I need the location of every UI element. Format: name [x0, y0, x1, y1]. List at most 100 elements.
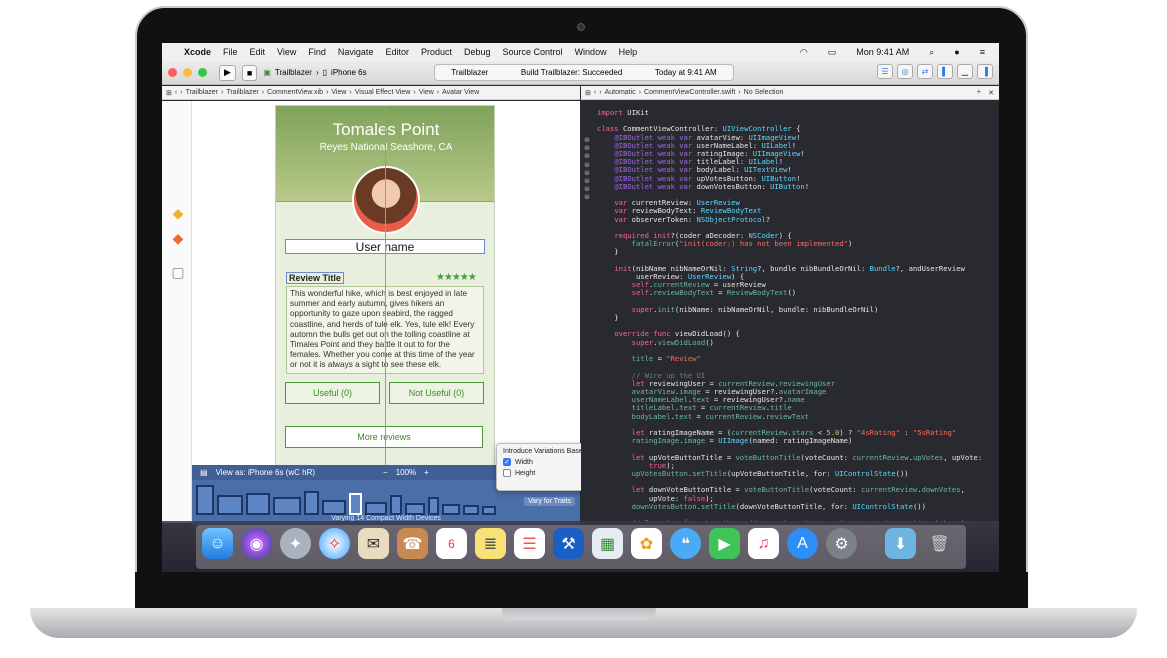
menu-window[interactable]: Window	[575, 47, 607, 57]
device-iphone-plus[interactable]	[304, 491, 319, 515]
forward-icon[interactable]: ›	[599, 89, 601, 96]
menu-editor[interactable]: Editor	[385, 47, 409, 57]
debug-toggle-icon[interactable]: ▁	[957, 64, 973, 79]
device-ipad-split[interactable]	[463, 505, 479, 515]
downloads-folder-icon[interactable]: ⬇	[885, 528, 916, 559]
menu-product[interactable]: Product	[421, 47, 452, 57]
source-editor[interactable]: ⊛ ⊛ ⊛ ⊛ ⊛ ⊛ ⊛ ⊛ import UIKit class CommentViewC…	[581, 101, 999, 523]
comment-view[interactable]: Tomales Point Reyes National Seashore, C…	[275, 105, 495, 523]
related-items-icon[interactable]: ⊞	[166, 89, 172, 97]
user-icon[interactable]: ●	[954, 47, 959, 57]
jump-item[interactable]: View	[419, 89, 434, 96]
device-iphone-se[interactable]	[390, 495, 402, 515]
zoom-window-button[interactable]	[198, 68, 207, 77]
music-icon[interactable]: ♫	[748, 528, 779, 559]
xcode-icon[interactable]: ⚒	[553, 528, 584, 559]
files-owner-icon[interactable]: ◆	[170, 205, 186, 221]
messages-icon[interactable]: ❝	[670, 528, 701, 559]
reminders-icon[interactable]: ☰	[514, 528, 545, 559]
app-store-icon[interactable]: A	[787, 528, 818, 559]
close-editor-icon[interactable]: ✕	[988, 89, 994, 97]
menu-find[interactable]: Find	[308, 47, 326, 57]
utilities-toggle-icon[interactable]: ▐	[977, 64, 993, 79]
siri-icon[interactable]: ◉	[241, 528, 272, 559]
menu-view[interactable]: View	[277, 47, 296, 57]
menu-navigate[interactable]: Navigate	[338, 47, 374, 57]
trash-icon[interactable]: 🗑	[924, 528, 955, 559]
clock[interactable]: Mon 9:41 AM	[856, 47, 909, 57]
forward-icon[interactable]: ›	[180, 89, 182, 96]
device-ipad-slide-over[interactable]	[482, 506, 496, 515]
rating-stars[interactable]: ★★★★★	[436, 272, 477, 283]
notes-icon[interactable]: ≣	[475, 528, 506, 559]
photos-icon[interactable]: ✿	[631, 528, 662, 559]
jump-item[interactable]: Automatic	[605, 89, 636, 96]
jump-item[interactable]: Avatar View	[442, 89, 479, 96]
search-icon[interactable]: ⌕	[929, 47, 934, 58]
zoom-in-button[interactable]: +	[424, 468, 429, 477]
run-button[interactable]: ▶	[219, 64, 236, 81]
useful-button[interactable]: Useful (0)	[285, 382, 380, 404]
close-window-button[interactable]	[168, 68, 177, 77]
jump-item[interactable]: Visual Effect View	[355, 89, 411, 96]
more-reviews-button[interactable]: More reviews	[285, 426, 483, 448]
jump-item[interactable]: CommentViewController.swift	[644, 89, 735, 96]
wifi-icon[interactable]: ◠	[800, 47, 808, 58]
finder-icon[interactable]: ☺	[202, 528, 233, 559]
facetime-icon[interactable]: ▶	[709, 528, 740, 559]
back-icon[interactable]: ‹	[175, 89, 177, 96]
zoom-out-button[interactable]: −	[383, 468, 388, 477]
review-title-label[interactable]: Review Title	[286, 272, 344, 284]
system-preferences-icon[interactable]: ⚙	[826, 528, 857, 559]
back-icon[interactable]: ‹	[594, 89, 596, 96]
vary-for-traits-button[interactable]: Vary for Traits	[524, 497, 576, 506]
calendar-icon[interactable]: 6	[436, 528, 467, 559]
view-as-label[interactable]: View as: iPhone 6s (wC hR)	[216, 468, 315, 477]
device-ipad-landscape[interactable]	[273, 497, 301, 515]
navigator-toggle-icon[interactable]: ▌	[937, 64, 953, 79]
stop-button[interactable]: ■	[241, 64, 258, 81]
scheme-selector[interactable]: ▣ Trailblazer › ▯ iPhone 6s	[263, 68, 366, 77]
device-iphone-4s-landscape[interactable]	[442, 504, 460, 515]
jump-item[interactable]: CommentView.xib	[267, 89, 323, 96]
device-iphone-plus-landscape[interactable]	[322, 500, 346, 515]
jump-item[interactable]: View	[331, 89, 346, 96]
device-ipad-pro-landscape[interactable]	[217, 495, 243, 515]
safari-icon[interactable]: ✧	[319, 528, 350, 559]
jump-item[interactable]: No Selection	[744, 89, 784, 96]
menu-source-control[interactable]: Source Control	[503, 47, 563, 57]
add-editor-icon[interactable]: +	[977, 89, 981, 96]
sidebar-toggle-icon[interactable]: ▤	[200, 468, 208, 477]
contacts-icon[interactable]: ☎	[397, 528, 428, 559]
width-checkbox[interactable]: ✓	[503, 458, 511, 466]
device-iphone-se-landscape[interactable]	[405, 503, 425, 515]
jump-item[interactable]: Trailblazer	[186, 89, 218, 96]
airplay-icon[interactable]: ▭	[828, 47, 837, 58]
related-items-icon[interactable]: ⊞	[585, 89, 591, 97]
height-checkbox[interactable]	[503, 469, 511, 477]
device-ipad-pro[interactable]	[196, 485, 214, 515]
device-ipad[interactable]	[246, 493, 270, 515]
mail-icon[interactable]: ✉	[358, 528, 389, 559]
view-object-icon[interactable]: ▢	[170, 264, 186, 280]
jump-item[interactable]: Trailblazer	[226, 89, 258, 96]
device-iphone-6s-landscape[interactable]	[365, 502, 387, 515]
first-responder-icon[interactable]: ◆	[170, 230, 186, 246]
menu-edit[interactable]: Edit	[250, 47, 266, 57]
assistant-editor-icon[interactable]: ◎	[897, 64, 913, 79]
device-iphone-6s[interactable]	[349, 493, 362, 515]
minimize-window-button[interactable]	[183, 68, 192, 77]
menu-debug[interactable]: Debug	[464, 47, 491, 57]
launchpad-icon[interactable]: ✦	[280, 528, 311, 559]
list-icon[interactable]: ≡	[980, 47, 985, 57]
standard-editor-icon[interactable]: ☰	[877, 64, 893, 79]
not-useful-button[interactable]: Not Useful (0)	[389, 382, 484, 404]
menu-help[interactable]: Help	[619, 47, 638, 57]
menu-app-name[interactable]: Xcode	[184, 47, 211, 57]
menu-file[interactable]: File	[223, 47, 238, 57]
preview-icon[interactable]: ▦	[592, 528, 623, 559]
version-editor-icon[interactable]: ⇄	[917, 64, 933, 79]
avatar[interactable]	[352, 166, 420, 234]
swift-source-code[interactable]: import UIKit class CommentViewController…	[597, 108, 982, 523]
device-iphone-4s[interactable]	[428, 497, 439, 515]
